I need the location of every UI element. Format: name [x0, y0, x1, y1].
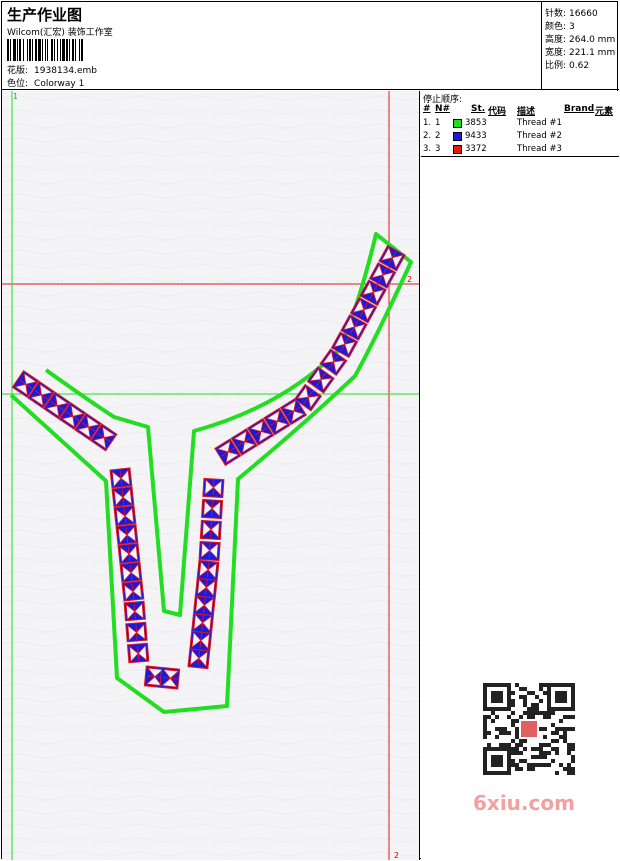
stat-stitches: 针数: 16660	[545, 9, 598, 19]
col-code: 代码	[488, 107, 507, 117]
satin-block	[191, 612, 214, 634]
satin-block	[198, 540, 221, 562]
stop-sequence-table: 停止顺序: # N# St. 代码 描述 Brand 元素 1. 1 3853 …	[421, 91, 619, 157]
stat-colors: 颜色: 3	[545, 22, 575, 32]
marker-bottom: 2	[394, 851, 399, 860]
header-stats: 针数: 16660 颜色: 3 高度: 264.0 mm 宽度: 221.1 mm 比例…	[543, 2, 619, 90]
thread-row: 2. 2 9433 Thread #2	[423, 131, 562, 141]
header: 生产作业图 Wilcom(汇宏) 装饰工作室 花版: 1938134.emb 色位…	[2, 2, 619, 90]
satin-block	[196, 559, 220, 581]
satin-block	[125, 621, 148, 643]
satin-block	[202, 477, 225, 499]
stat-height: 高度: 264.0 mm	[545, 35, 616, 45]
marker-right-mid: 2	[407, 275, 412, 284]
satin-block	[126, 642, 150, 664]
thread-row: 3. 3 3372 Thread #3	[423, 144, 562, 154]
embroidery-design: 1 2 2	[2, 91, 419, 860]
satin-block	[201, 498, 224, 520]
design-file-value: 1938134.emb	[34, 66, 98, 76]
satin-block	[117, 542, 141, 564]
satin-block	[187, 648, 211, 670]
col-brand: Brand	[564, 104, 595, 114]
barcode-icon	[7, 39, 143, 61]
col-desc: 描述	[517, 107, 536, 117]
thread-swatch	[453, 119, 462, 128]
colorway-value: Colorway 1	[34, 79, 85, 89]
worksheet: 生产作业图 Wilcom(汇宏) 装饰工作室 花版: 1938134.emb 色位…	[1, 1, 619, 860]
thread-panel: 停止顺序: # N# St. 代码 描述 Brand 元素 1. 1 3853 …	[421, 91, 619, 860]
watermark: 6xiu.com	[473, 791, 575, 815]
satin-block	[111, 486, 135, 508]
col-hash: #	[423, 104, 431, 114]
satin-block	[121, 580, 145, 602]
page-title: 生产作业图	[7, 6, 83, 24]
design-file-label: 花版:	[7, 66, 29, 76]
marker-top-left: 1	[13, 92, 18, 101]
satin-block	[123, 600, 146, 622]
satin-block	[113, 505, 137, 527]
satin-block	[109, 467, 133, 489]
colorway-label: 色位:	[7, 79, 29, 89]
stat-scale: 比例: 0.62	[545, 61, 590, 71]
satin-block	[115, 523, 139, 546]
col-st: St.	[471, 104, 486, 114]
company-name: Wilcom(汇宏) 装饰工作室	[7, 28, 113, 38]
satin-block	[159, 666, 181, 690]
satin-block	[199, 519, 222, 541]
col-element: 元素	[595, 107, 614, 117]
qr-code-icon	[473, 683, 585, 779]
satin-block	[189, 630, 213, 652]
thread-swatch	[453, 132, 462, 141]
col-n: N#	[435, 104, 451, 114]
design-canvas: 1 2 2	[2, 91, 420, 860]
thread-row: 1. 1 3853 Thread #1	[423, 118, 562, 128]
satin-block	[192, 595, 216, 617]
hoop-background	[2, 91, 419, 860]
design-file-row: 花版: 1938134.emb	[7, 63, 97, 76]
stat-width: 宽度: 221.1 mm	[545, 48, 616, 58]
satin-block	[119, 561, 143, 583]
colorway-row: 色位: Colorway 1	[7, 76, 84, 89]
satin-block	[194, 577, 218, 599]
header-info: 生产作业图 Wilcom(汇宏) 装饰工作室 花版: 1938134.emb 色位…	[2, 2, 542, 90]
thread-swatch	[453, 145, 462, 154]
